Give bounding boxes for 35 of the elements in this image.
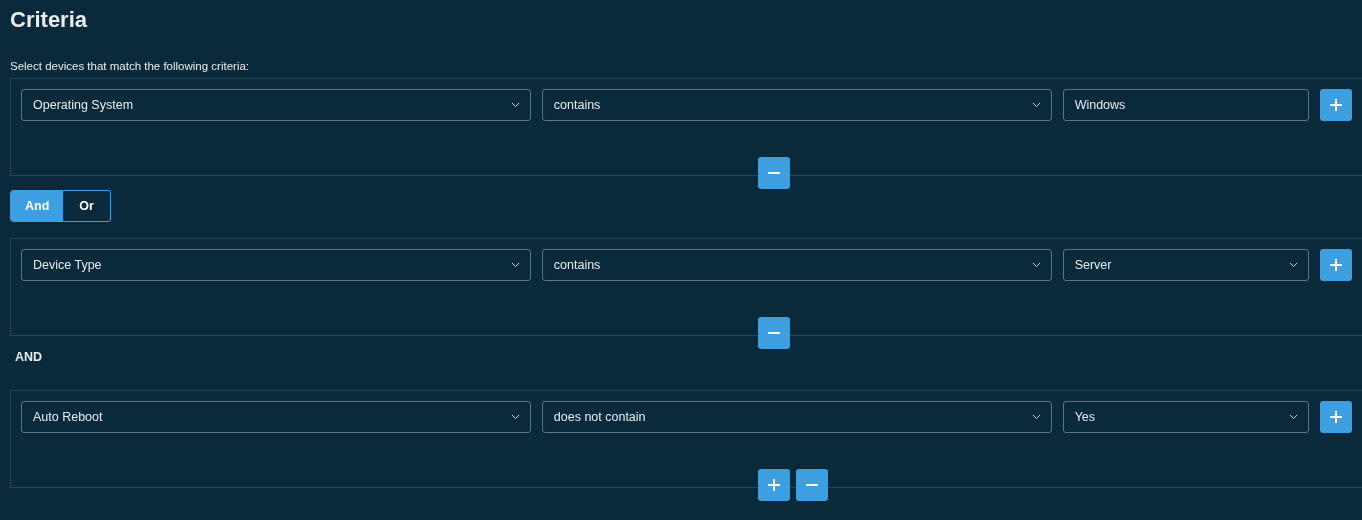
remove-button[interactable] — [758, 157, 790, 189]
minus-icon — [806, 484, 818, 486]
chevron-down-icon — [510, 262, 520, 268]
chevron-down-icon — [510, 414, 520, 420]
add-button[interactable] — [1320, 401, 1352, 433]
chevron-down-icon — [1289, 414, 1299, 420]
instruction-text: Select devices that match the following criteria: — [10, 59, 251, 73]
operator-dropdown[interactable]: contains — [541, 89, 1052, 121]
chevron-down-icon — [1031, 414, 1041, 420]
remove-button[interactable] — [758, 317, 790, 349]
plus-icon — [1330, 99, 1343, 111]
toggle-option[interactable]: Or — [63, 191, 110, 221]
chevron-down-icon — [510, 102, 520, 108]
add-button[interactable] — [1320, 89, 1352, 121]
add-button[interactable] — [1320, 249, 1352, 281]
chevron-down-icon — [1289, 262, 1299, 268]
operator-dropdown[interactable]: does not contain — [541, 401, 1052, 433]
add-group-button[interactable] — [758, 469, 790, 501]
field-dropdown[interactable]: Device Type — [21, 249, 531, 281]
operator-dropdown[interactable]: contains — [541, 249, 1052, 281]
plus-icon — [768, 479, 780, 491]
plus-icon — [1330, 411, 1343, 423]
field-dropdown[interactable]: Operating System — [21, 89, 531, 121]
chevron-down-icon — [1031, 262, 1041, 268]
field-dropdown[interactable]: Auto Reboot — [21, 401, 531, 433]
operator-label: AND — [14, 349, 44, 366]
value-field[interactable]: Windows — [1062, 89, 1310, 121]
page-title: Criteria — [10, 6, 89, 34]
minus-icon — [768, 172, 780, 174]
minus-icon — [768, 332, 780, 334]
plus-icon — [1330, 259, 1343, 271]
value-dropdown[interactable]: Yes — [1062, 401, 1310, 433]
remove-button[interactable] — [796, 469, 828, 501]
value-dropdown[interactable]: Server — [1062, 249, 1310, 281]
chevron-down-icon — [1031, 102, 1041, 108]
